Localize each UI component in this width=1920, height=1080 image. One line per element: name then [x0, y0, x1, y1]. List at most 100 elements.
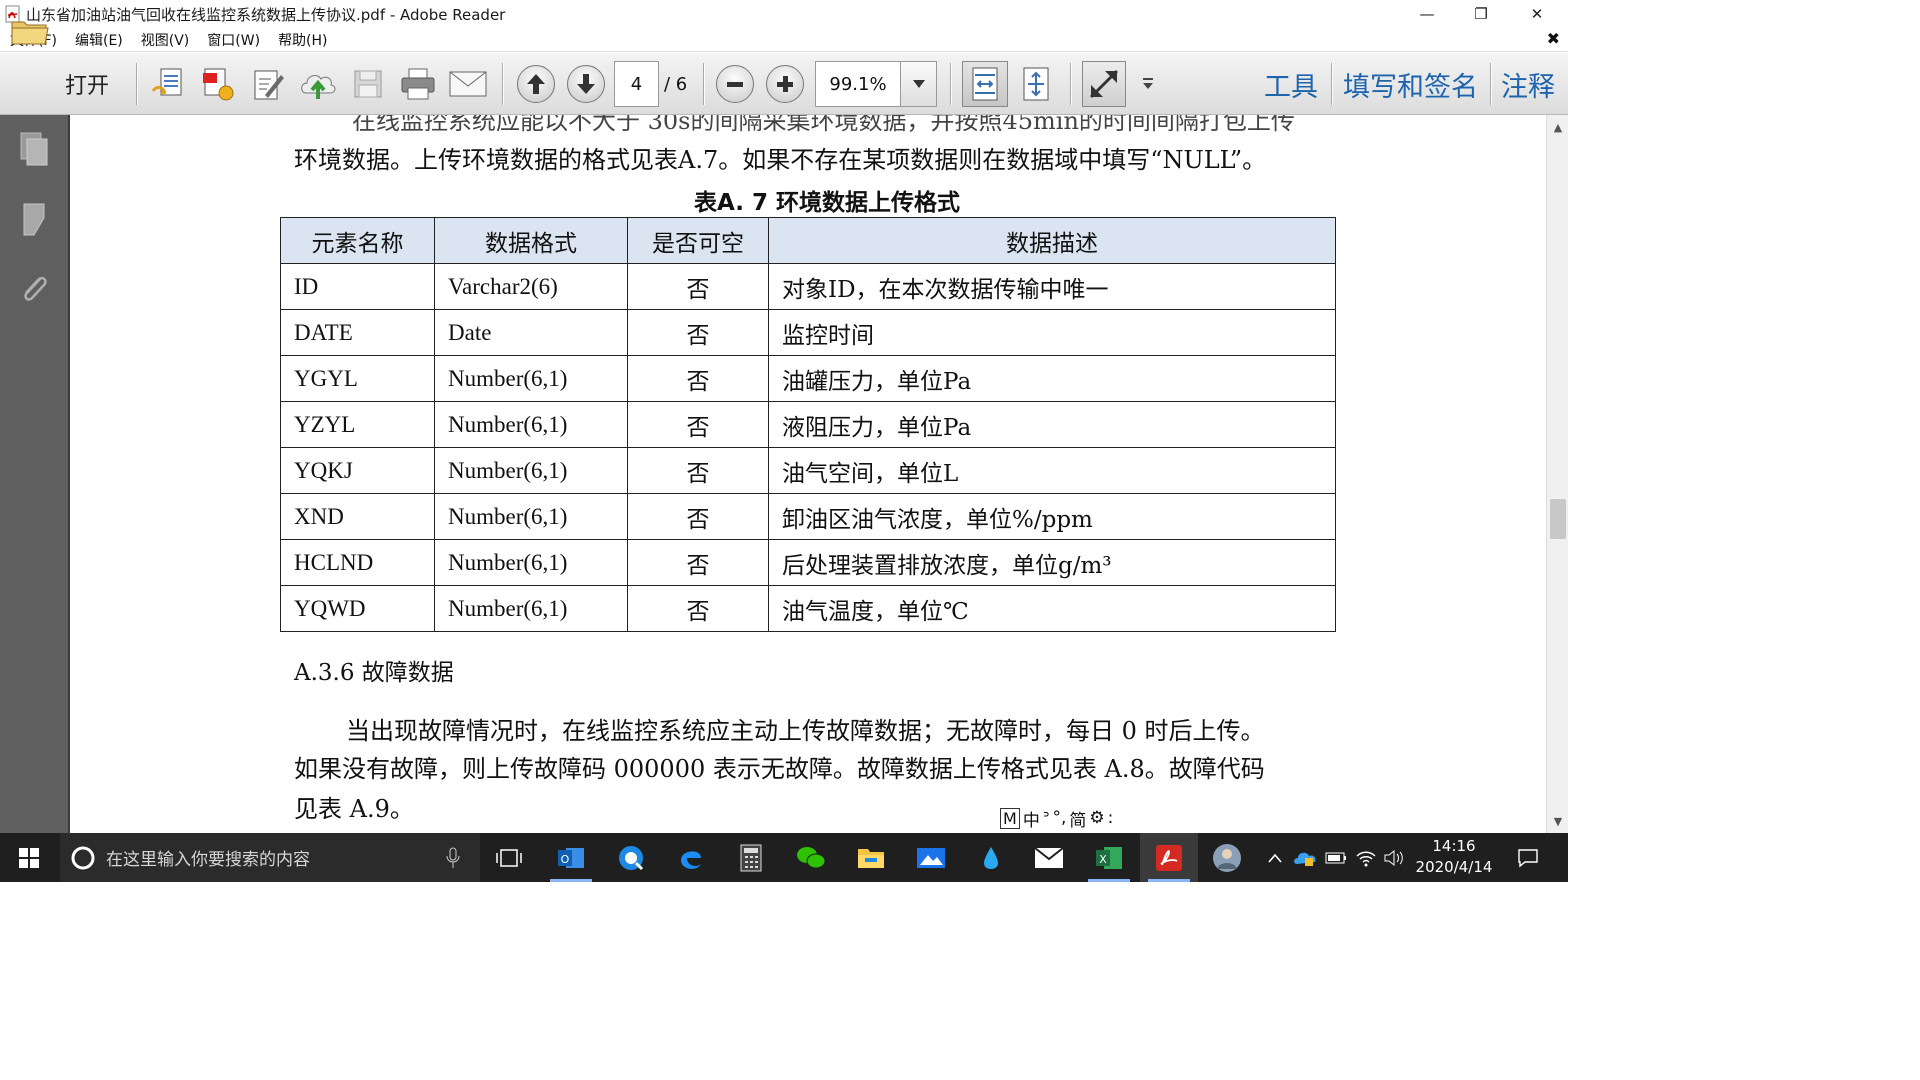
- page-thumbnails-button[interactable]: [16, 129, 52, 169]
- minimize-icon: —: [1419, 5, 1435, 23]
- close-document-icon[interactable]: ✖: [1547, 29, 1560, 48]
- tray-onedrive-icon[interactable]: [1290, 833, 1320, 882]
- zoom-out-button[interactable]: [714, 61, 756, 107]
- export-pdf-button[interactable]: [196, 61, 240, 107]
- show-hidden-icons-button[interactable]: [1262, 833, 1288, 882]
- zoom-level-field[interactable]: 99.1%: [815, 61, 901, 107]
- zoom-dropdown-button[interactable]: [901, 61, 937, 107]
- arrow-down-icon: [577, 74, 595, 94]
- table-row: YQKJ Number(6,1) 否 油气空间，单位L: [280, 447, 1336, 494]
- attachments-button[interactable]: [16, 269, 52, 309]
- taskbar-excel[interactable]: X: [1080, 833, 1138, 882]
- email-button[interactable]: [446, 61, 490, 107]
- taskbar-photos[interactable]: [902, 833, 960, 882]
- minimize-button[interactable]: —: [1404, 0, 1450, 28]
- sign-button[interactable]: [246, 61, 290, 107]
- ime-more-icon[interactable]: :: [1108, 808, 1114, 828]
- title-bar: 山东省加油站油气回收在线监控系统数据上传协议.pdf - Adobe Reade…: [0, 0, 1568, 28]
- fit-width-button[interactable]: [1014, 61, 1058, 107]
- table-cell: Number(6,1): [434, 585, 628, 632]
- chevron-up-icon: [1268, 853, 1282, 863]
- menu-help[interactable]: 帮助(H): [268, 30, 335, 50]
- full-screen-button[interactable]: [1082, 61, 1126, 107]
- restore-button[interactable]: ❐: [1458, 0, 1504, 28]
- action-center-button[interactable]: [1506, 833, 1550, 882]
- taskbar-edge[interactable]: [662, 833, 720, 882]
- close-window-button[interactable]: ✕: [1514, 0, 1560, 28]
- paragraph-line: 如果没有故障，则上传故障码 000000 表示无故障。故障数据上传格式见表 A.…: [294, 755, 1265, 783]
- menu-window[interactable]: 窗口(W): [197, 30, 268, 50]
- taskbar-adobe-reader[interactable]: [1140, 833, 1198, 882]
- ime-mode-icon[interactable]: M: [1000, 807, 1020, 829]
- table-cell: Number(6,1): [434, 539, 628, 586]
- table-cell: 否: [627, 585, 769, 632]
- scroll-down-icon[interactable]: ▼: [1547, 811, 1569, 831]
- taskbar-calculator[interactable]: [722, 833, 780, 882]
- table-cell: 后处理装置排放浓度，单位g/m³: [768, 539, 1336, 586]
- open-label[interactable]: 打开: [65, 62, 109, 106]
- start-button[interactable]: [0, 833, 58, 882]
- task-view-button[interactable]: [480, 833, 538, 882]
- microphone-icon[interactable]: [446, 847, 460, 869]
- previous-page-button[interactable]: [515, 61, 557, 107]
- tools-pane-button[interactable]: 工具: [1264, 62, 1318, 106]
- scroll-up-icon[interactable]: ▲: [1547, 117, 1569, 137]
- ime-punctuation-icon[interactable]: °,: [1053, 808, 1067, 828]
- menu-bar: 文件(F) 编辑(E) 视图(V) 窗口(W) 帮助(H) ✖: [0, 28, 1568, 52]
- taskbar-mail[interactable]: [1020, 833, 1078, 882]
- page-number-input[interactable]: 4: [614, 61, 659, 107]
- tray-wifi-icon[interactable]: [1352, 833, 1380, 882]
- fit-page-button[interactable]: [962, 61, 1008, 107]
- next-page-button[interactable]: [565, 61, 607, 107]
- zoom-in-button[interactable]: [764, 61, 806, 107]
- taskbar-user-app[interactable]: [1198, 833, 1256, 882]
- expand-icon: [1089, 69, 1119, 99]
- toolbar-options-button[interactable]: [1136, 61, 1160, 107]
- ime-halfwidth-icon[interactable]: ᐣ: [1043, 808, 1050, 828]
- open-button[interactable]: [8, 8, 52, 54]
- ime-chinese-toggle[interactable]: 中: [1023, 806, 1040, 831]
- cloud-sync-icon: [1294, 852, 1316, 866]
- taskbar-outlook[interactable]: O: [542, 833, 600, 882]
- tray-battery-icon[interactable]: [1322, 833, 1350, 882]
- upload-button[interactable]: [296, 61, 340, 107]
- table-cell: Number(6,1): [434, 447, 628, 494]
- table-cell: 否: [627, 447, 769, 494]
- taskbar-search-box[interactable]: 在这里输入你要搜索的内容: [60, 833, 480, 882]
- tray-volume-icon[interactable]: [1380, 833, 1408, 882]
- outlook-icon: O: [558, 847, 584, 868]
- ime-status-bar[interactable]: M 中 ᐣ °, 简 ⚙ :: [996, 806, 1121, 831]
- table-row: YZYL Number(6,1) 否 液阻压力，单位Pa: [280, 401, 1336, 448]
- bookmarks-button[interactable]: [16, 199, 52, 239]
- fill-sign-pane-button[interactable]: 填写和签名: [1343, 62, 1478, 106]
- table-cell: HCLND: [280, 539, 435, 586]
- ime-simplified-toggle[interactable]: 简: [1069, 806, 1086, 831]
- photos-icon: [917, 847, 945, 868]
- taskbar-water-app[interactable]: [962, 833, 1020, 882]
- taskbar-file-explorer[interactable]: [842, 833, 900, 882]
- menu-view[interactable]: 视图(V): [131, 30, 198, 50]
- save-button[interactable]: [346, 61, 390, 107]
- table-cell: 否: [627, 263, 769, 310]
- table-cell: 否: [627, 401, 769, 448]
- plus-icon: [777, 76, 793, 92]
- document-view[interactable]: 在线监控系统应能以不大于 30s的间隔采集环境数据，并按照45min的时间间隔打…: [72, 115, 1546, 833]
- edge-icon: [681, 850, 701, 869]
- create-pdf-button[interactable]: [146, 61, 190, 107]
- pages-icon: [20, 132, 48, 166]
- ime-settings-icon[interactable]: ⚙: [1089, 808, 1104, 828]
- table-row: XND Number(6,1) 否 卸油区油气浓度，单位%/ppm: [280, 493, 1336, 540]
- print-button[interactable]: [396, 61, 440, 107]
- battery-icon: [1325, 852, 1346, 863]
- sign-edit-icon: [254, 70, 284, 100]
- taskbar-wechat[interactable]: [782, 833, 840, 882]
- comment-pane-button[interactable]: 注释: [1501, 62, 1555, 106]
- toolbar-separator: [1490, 63, 1491, 105]
- menu-edit[interactable]: 编辑(E): [65, 30, 131, 50]
- taskbar-clock[interactable]: 14:16 2020/4/14: [1412, 833, 1496, 882]
- taskbar-qq-browser[interactable]: [602, 833, 660, 882]
- vertical-scrollbar[interactable]: ▲ ▼: [1546, 115, 1568, 833]
- scrollbar-thumb[interactable]: [1550, 499, 1566, 539]
- table-cell: 液阻压力，单位Pa: [768, 401, 1336, 448]
- toolbar-separator: [1331, 63, 1332, 105]
